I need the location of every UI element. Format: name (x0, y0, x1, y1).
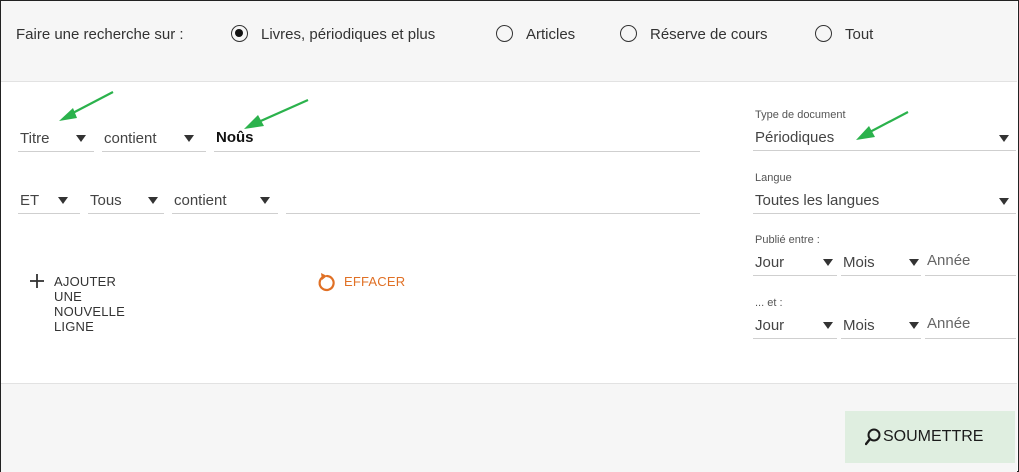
plus-icon (30, 274, 44, 288)
chevron-down-icon (999, 198, 1009, 205)
search-icon (865, 428, 881, 446)
document-type-value: Périodiques (755, 129, 835, 146)
row1-operator-select[interactable]: contient (102, 126, 206, 152)
chevron-down-icon (260, 197, 270, 204)
annotation-arrow-icon (59, 91, 114, 121)
radio-course-reserve[interactable] (620, 25, 637, 42)
submit-button[interactable]: SOUMETTRE (845, 411, 1015, 463)
row2-boolean-select[interactable]: ET (18, 188, 80, 214)
radio-all[interactable] (815, 25, 832, 42)
chevron-down-icon (76, 135, 86, 142)
published-from-day-select[interactable]: Jour (753, 250, 837, 276)
published-from-day-value: Jour (755, 254, 785, 271)
published-to-label: ... et : (755, 297, 783, 309)
radio-label-course-reserve[interactable]: Réserve de cours (650, 26, 768, 43)
published-between-label: Publié entre : (755, 234, 820, 246)
chevron-down-icon (823, 259, 833, 266)
published-to-day-value: Jour (755, 317, 785, 334)
language-label: Langue (755, 172, 792, 184)
row2-field-value: Tous (90, 192, 122, 209)
radio-label-articles[interactable]: Articles (526, 26, 575, 43)
chevron-down-icon (999, 135, 1009, 142)
published-to-year-input[interactable]: Année (925, 313, 1016, 339)
language-value: Toutes les langues (755, 192, 880, 209)
chevron-down-icon (184, 135, 194, 142)
chevron-down-icon (909, 322, 919, 329)
row1-field-select[interactable]: Titre (18, 126, 94, 152)
row2-field-select[interactable]: Tous (88, 188, 164, 214)
clear-label: EFFACER (344, 274, 406, 289)
row1-operator-value: contient (104, 130, 157, 147)
radio-articles[interactable] (496, 25, 513, 42)
radio-label-books-periodicals[interactable]: Livres, périodiques et plus (261, 26, 435, 43)
submit-label: SOUMETTRE (883, 428, 984, 445)
published-from-month-select[interactable]: Mois (841, 250, 921, 276)
chevron-down-icon (909, 259, 919, 266)
published-to-month-select[interactable]: Mois (841, 313, 921, 339)
reset-icon (318, 273, 335, 292)
published-from-year-input[interactable]: Année (925, 250, 1016, 276)
row2-search-input[interactable] (286, 188, 700, 214)
scope-label: Faire une recherche sur : (16, 26, 184, 43)
published-to-day-select[interactable]: Jour (753, 313, 837, 339)
row1-field-value: Titre (20, 130, 50, 147)
radio-books-periodicals[interactable] (231, 25, 248, 42)
radio-label-all[interactable]: Tout (845, 26, 873, 43)
chevron-down-icon (58, 197, 68, 204)
add-row-label: AJOUTER UNE NOUVELLE LIGNE (54, 274, 125, 334)
published-to-year-placeholder: Année (927, 315, 971, 332)
published-from-month-value: Mois (843, 254, 875, 271)
row2-boolean-value: ET (20, 192, 40, 209)
annotation-arrow-icon (856, 111, 909, 140)
annotation-arrow-icon (244, 98, 309, 129)
published-to-month-value: Mois (843, 317, 875, 334)
published-from-year-placeholder: Année (927, 252, 971, 269)
document-type-label: Type de document (755, 109, 846, 121)
chevron-down-icon (823, 322, 833, 329)
chevron-down-icon (148, 197, 158, 204)
row2-operator-value: contient (174, 192, 227, 209)
row2-operator-select[interactable]: contient (172, 188, 278, 214)
language-select[interactable]: Toutes les langues (753, 188, 1016, 214)
